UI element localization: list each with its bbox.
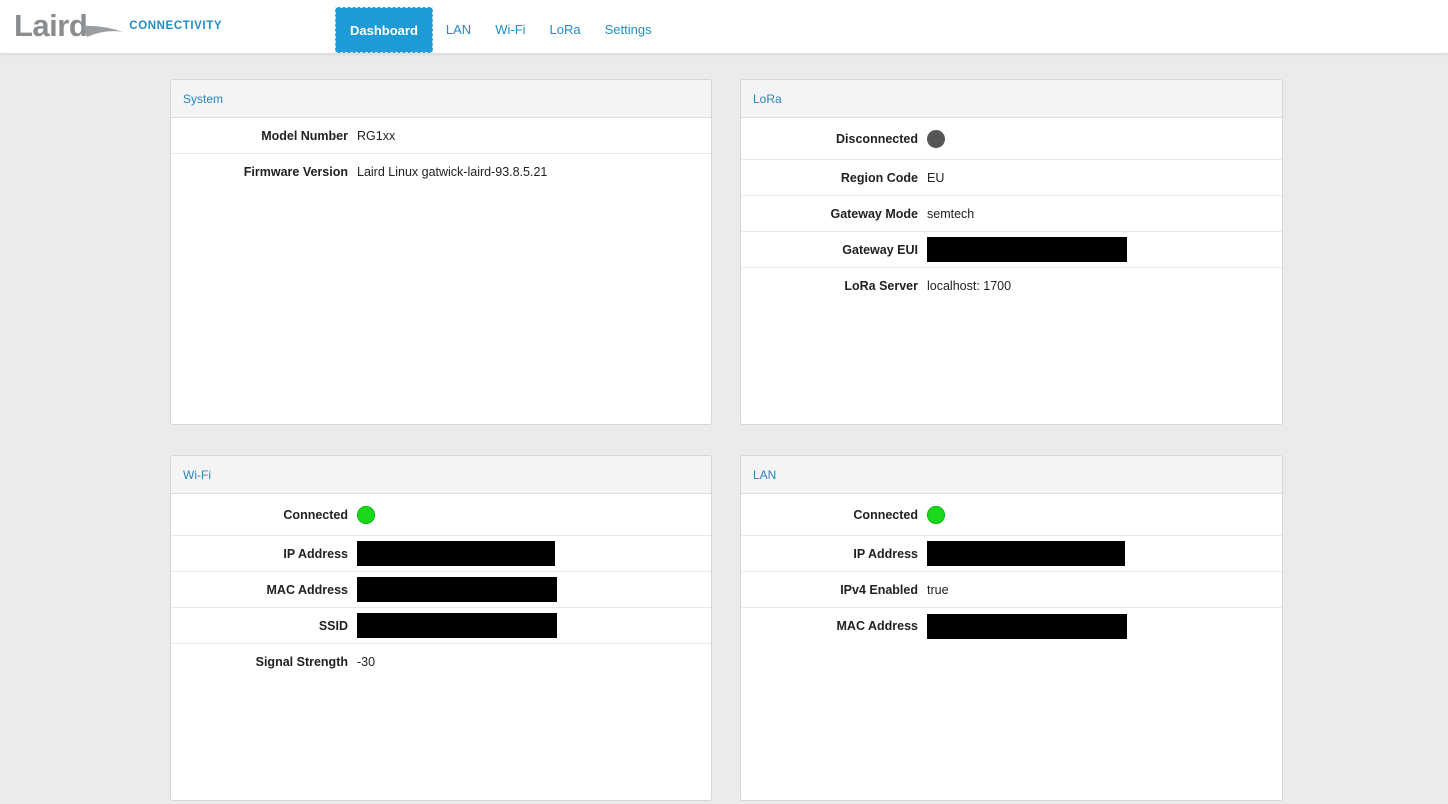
lora-row-gateway-eui: Gateway EUI bbox=[741, 232, 1282, 268]
model-number-label: Model Number bbox=[261, 128, 348, 143]
region-code-value: EU bbox=[927, 170, 945, 185]
wifi-status-value bbox=[357, 505, 375, 524]
lan-row-status: Connected bbox=[741, 494, 1282, 536]
lora-server-label: LoRa Server bbox=[844, 279, 918, 293]
ipv4-enabled-label: IPv4 Enabled bbox=[840, 582, 918, 597]
nav-tab-wifi[interactable]: Wi-Fi bbox=[486, 7, 534, 53]
lora-server-value: localhost: 1700 bbox=[927, 279, 1012, 293]
lan-ip-address-value bbox=[927, 541, 1125, 566]
wifi-mac-address-label: MAC Address bbox=[266, 582, 349, 597]
ssid-redacted-box bbox=[357, 613, 557, 638]
gateway-eui-label: Gateway EUI bbox=[842, 242, 918, 257]
gateway-eui-value bbox=[927, 237, 1127, 262]
wifi-row-mac-address: MAC Address bbox=[171, 572, 711, 608]
lora-row-lora-server: LoRa Server localhost: 1700 bbox=[741, 268, 1282, 304]
ssid-value bbox=[357, 613, 557, 638]
lora-status-label: Disconnected bbox=[836, 131, 918, 146]
signal-strength-value: -30 bbox=[357, 655, 376, 669]
wifi-mac-redacted-box bbox=[357, 577, 557, 602]
wifi-row-status: Connected bbox=[171, 494, 711, 536]
lora-status-value bbox=[927, 129, 945, 148]
lora-disconnected-indicator-icon bbox=[927, 129, 945, 148]
lan-mac-address-value bbox=[927, 613, 1127, 639]
gateway-mode-value: semtech bbox=[927, 206, 975, 221]
logo-swoosh-icon bbox=[83, 25, 124, 37]
lora-panel-title: LoRa bbox=[741, 80, 1282, 118]
system-panel-title: System bbox=[171, 80, 711, 118]
lan-ip-address-label: IP Address bbox=[853, 546, 918, 561]
lan-row-ipv4-enabled: IPv4 Enabled true bbox=[741, 572, 1282, 608]
lan-panel: LAN Connected IP Address IPv4 Enabled tr… bbox=[740, 455, 1283, 801]
wifi-row-signal-strength: Signal Strength -30 bbox=[171, 644, 711, 680]
lan-mac-address-label: MAC Address bbox=[836, 619, 919, 633]
ssid-label: SSID bbox=[318, 618, 348, 633]
wifi-row-ip-address: IP Address bbox=[171, 536, 711, 572]
lora-row-region-code: Region Code EU bbox=[741, 160, 1282, 196]
lora-row-status: Disconnected bbox=[741, 118, 1282, 160]
logo-wordmark: Laird bbox=[14, 8, 88, 43]
lora-panel: LoRa Disconnected Region Code EU Gateway… bbox=[740, 79, 1283, 425]
signal-strength-label: Signal Strength bbox=[255, 655, 348, 669]
lan-status-value bbox=[927, 505, 945, 524]
nav-tab-settings[interactable]: Settings bbox=[596, 7, 661, 53]
laird-connectivity-logo[interactable]: Laird CONNECTIVITY bbox=[14, 4, 222, 48]
ipv4-enabled-value: true bbox=[927, 582, 949, 597]
nav-tab-lora[interactable]: LoRa bbox=[541, 7, 590, 53]
model-number-value: RG1xx bbox=[357, 128, 396, 143]
main-nav: Dashboard LAN Wi-Fi LoRa Settings bbox=[335, 7, 667, 53]
lan-panel-title: LAN bbox=[741, 456, 1282, 494]
lora-row-gateway-mode: Gateway Mode semtech bbox=[741, 196, 1282, 232]
wifi-panel-title: Wi-Fi bbox=[171, 456, 711, 494]
wifi-status-label: Connected bbox=[283, 507, 348, 522]
system-row-model-number: Model Number RG1xx bbox=[171, 118, 711, 154]
lan-ip-redacted-box bbox=[927, 541, 1125, 566]
firmware-version-label: Firmware Version bbox=[243, 165, 348, 179]
nav-tab-lan[interactable]: LAN bbox=[437, 7, 480, 53]
lan-connected-indicator-icon bbox=[927, 505, 945, 524]
wifi-panel: Wi-Fi Connected IP Address MAC Address S… bbox=[170, 455, 712, 801]
wifi-ip-redacted-box bbox=[357, 541, 555, 566]
gateway-eui-redacted-box bbox=[927, 237, 1127, 262]
lan-status-label: Connected bbox=[853, 507, 918, 522]
gateway-mode-label: Gateway Mode bbox=[830, 206, 918, 221]
firmware-version-value: Laird Linux gatwick-laird-93.8.5.21 bbox=[357, 165, 548, 179]
system-row-firmware-version: Firmware Version Laird Linux gatwick-lai… bbox=[171, 154, 711, 190]
wifi-row-ssid: SSID bbox=[171, 608, 711, 644]
logo-tagline: CONNECTIVITY bbox=[129, 20, 223, 32]
wifi-ip-address-label: IP Address bbox=[283, 546, 348, 561]
lan-row-ip-address: IP Address bbox=[741, 536, 1282, 572]
lan-mac-redacted-box bbox=[927, 613, 1127, 639]
wifi-ip-address-value bbox=[357, 541, 555, 566]
nav-tab-dashboard[interactable]: Dashboard bbox=[335, 7, 433, 53]
wifi-mac-address-value bbox=[357, 577, 557, 602]
region-code-label: Region Code bbox=[840, 170, 918, 185]
wifi-connected-indicator-icon bbox=[357, 505, 375, 524]
top-header: Laird CONNECTIVITY Dashboard LAN Wi-Fi L… bbox=[0, 0, 1448, 54]
lan-row-mac-address: MAC Address bbox=[741, 608, 1282, 644]
system-panel: System Model Number RG1xx Firmware Versi… bbox=[170, 79, 712, 425]
